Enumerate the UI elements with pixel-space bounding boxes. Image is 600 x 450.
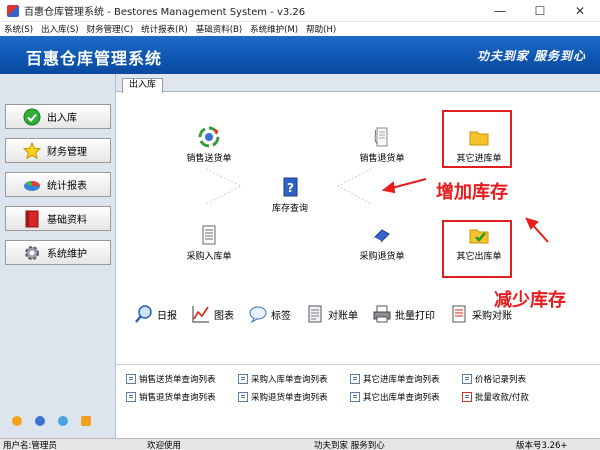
list-icon [462,373,472,384]
minimize-button[interactable]: — [480,0,520,22]
maximize-button[interactable]: ☐ [520,0,560,22]
tool-label: 日报 [157,310,177,322]
status-welcome: 欢迎使用 [147,440,182,450]
tool-label: 批量打印 [395,310,435,322]
sidebar-item-maintenance[interactable]: 系统维护 [5,240,111,265]
query-purchase-return-list[interactable]: 采购退货单查询列表 [238,389,350,404]
menu-basic-data[interactable]: 基础资料(B) [196,23,242,35]
sidebar-shortcuts [12,416,91,426]
menu-finance[interactable]: 财务管理(C) [87,23,134,35]
clock-icon[interactable] [35,416,45,426]
query-label: 采购入库单查询列表 [251,374,328,385]
globe-icon[interactable] [58,416,68,426]
query-other-in-list[interactable]: 其它进库单查询列表 [350,371,462,386]
system-title: 百惠仓库管理系统 [26,49,163,68]
banner: 百惠仓库管理系统 功夫到家 服务到心 [0,36,600,74]
shortcut-icon[interactable] [12,416,22,426]
status-user: 用户名:管理员 [3,440,57,450]
list-icon [126,373,136,384]
sidebar-item-reports[interactable]: 统计报表 [5,172,111,197]
statement-button[interactable]: 对账单 [305,304,358,324]
sidebar: 出入库 财务管理 统计报表 基础资料 系统维护 [0,74,116,438]
line-chart-icon [191,304,211,324]
menu-system[interactable]: 系统(S) [4,23,33,35]
printer-icon [372,304,392,324]
query-label: 销售送货单查询列表 [139,374,216,385]
gear-icon [23,244,41,262]
tool-label: 采购对账 [472,310,512,322]
star-icon [23,141,41,160]
query-sales-return-list[interactable]: 销售退货单查询列表 [126,389,238,404]
menu-maintenance[interactable]: 系统维护(M) [250,23,298,35]
status-bar: 用户名:管理员 欢迎使用 功夫到家 服务到心 版本号3.26+ [0,438,600,450]
menu-bar: 系统(S) 出入库(S) 财务管理(C) 统计报表(R) 基础资料(B) 系统维… [0,22,600,36]
close-button[interactable]: ✕ [560,0,600,22]
sidebar-item-label: 统计报表 [47,181,87,192]
sidebar-item-basic-data[interactable]: 基础资料 [5,206,111,231]
pie-chart-icon [23,176,41,194]
query-price-record-list[interactable]: 价格记录列表 [462,371,562,386]
list-icon [350,373,360,384]
tool-label: 标签 [271,310,291,322]
check-circle-icon [23,108,41,126]
daily-report-button[interactable]: 日报 [134,304,177,324]
sidebar-item-label: 财务管理 [47,147,87,158]
magnifier-icon [134,304,154,324]
menu-help[interactable]: 帮助(H) [306,23,336,35]
tool-label: 图表 [214,310,234,322]
sidebar-item-label: 出入库 [47,113,77,124]
tool-label: 对账单 [328,310,358,322]
ledger-icon [305,304,325,324]
menu-stock[interactable]: 出入库(S) [41,23,79,35]
chart-button[interactable]: 图表 [191,304,234,324]
menu-reports[interactable]: 统计报表(R) [141,23,188,35]
app-logo-icon [7,4,19,17]
book-icon [23,210,41,228]
batch-payment-button[interactable]: 批量收款/付款 [462,389,562,404]
list-icon [238,391,248,402]
query-other-out-list[interactable]: 其它出库单查询列表 [350,389,462,404]
query-label: 其它出库单查询列表 [363,392,440,403]
tool-row: 日报 图表 标签 对账单 批量打印 采购对账 [134,304,526,324]
query-sales-delivery-list[interactable]: 销售送货单查询列表 [126,371,238,386]
window-controls: — ☐ ✕ [480,0,600,22]
sidebar-item-stock[interactable]: 出入库 [5,104,111,129]
list-icon [238,373,248,384]
speech-bubble-icon [248,304,268,324]
coins-icon [462,391,472,402]
query-label: 采购退货单查询列表 [251,392,328,403]
status-motto: 功夫到家 服务到心 [314,440,385,450]
sidebar-item-label: 基础资料 [47,215,87,226]
query-label: 其它进库单查询列表 [363,374,440,385]
purchase-reconcile-button[interactable]: 采购对账 [449,304,512,324]
batch-print-button[interactable]: 批量打印 [372,304,435,324]
report-icon [449,304,469,324]
list-icon [126,391,136,402]
query-label: 销售退货单查询列表 [139,392,216,403]
query-purchase-in-list[interactable]: 采购入库单查询列表 [238,371,350,386]
query-grid: 销售送货单查询列表 采购入库单查询列表 其它进库单查询列表 价格记录列表 销售退… [126,371,562,404]
main-content: 出入库 销售送货单 销售退货单 其它进库单 ? 库存查询 采购入库单 采购退货单… [116,74,600,438]
label-button[interactable]: 标签 [248,304,291,324]
sidebar-item-finance[interactable]: 财务管理 [5,138,111,163]
title-bar: 百惠仓库管理系统 - Bestores Management System - … [0,0,600,22]
folder-icon[interactable] [81,416,91,426]
query-label: 价格记录列表 [475,374,527,385]
query-list-panel: 销售送货单查询列表 采购入库单查询列表 其它进库单查询列表 价格记录列表 销售退… [116,364,600,438]
window-title: 百惠仓库管理系统 - Bestores Management System - … [24,7,306,18]
annotation-increase: 增加库存 [436,182,508,203]
slogan: 功夫到家 服务到心 [476,49,586,63]
query-label: 批量收款/付款 [475,392,529,403]
list-icon [350,391,360,402]
status-version: 版本号3.26+ [516,440,568,450]
sidebar-item-label: 系统维护 [47,249,87,260]
